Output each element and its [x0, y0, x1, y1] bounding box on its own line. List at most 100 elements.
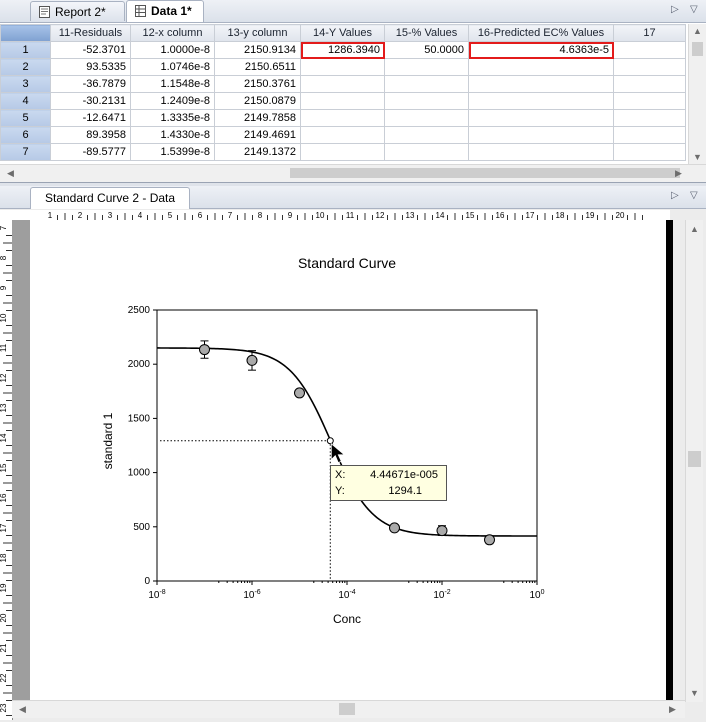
worksheet-vertical-scrollbar[interactable]: ▲ ▼: [688, 24, 706, 164]
table-cell[interactable]: 1.5399e-8: [130, 143, 215, 161]
table-cell[interactable]: 2150.9134: [214, 41, 301, 59]
scroll-down-icon[interactable]: ▼: [689, 152, 706, 162]
table-cell[interactable]: [384, 109, 469, 127]
table-row[interactable]: 1 -52.3701 1.0000e-8 2150.9134 1286.3940 50.0…: [0, 41, 686, 59]
table-row[interactable]: 6 89.3958 1.4330e-8 2149.4691: [0, 126, 686, 144]
graph-tab-scroll-down-icon[interactable]: ▽: [690, 190, 698, 201]
table-cell[interactable]: [300, 58, 385, 76]
table-cell[interactable]: [468, 75, 614, 93]
table-cell[interactable]: -89.5777: [50, 143, 131, 161]
vertical-scroll-thumb[interactable]: [692, 42, 703, 56]
table-cell[interactable]: 1.4330e-8: [130, 126, 215, 144]
tab-scroll-right-icon[interactable]: ▷: [671, 4, 679, 15]
table-cell[interactable]: [300, 109, 385, 127]
graph-tab-scroll-right-icon[interactable]: ▷: [671, 190, 679, 201]
table-cell[interactable]: [384, 92, 469, 110]
column-header[interactable]: 15-% Values: [384, 24, 469, 42]
table-cell[interactable]: 1.2409e-8: [130, 92, 215, 110]
scroll-right-icon[interactable]: ▶: [670, 168, 687, 179]
table-cell[interactable]: 1.0746e-8: [130, 58, 215, 76]
table-cell[interactable]: -30.2131: [50, 92, 131, 110]
table-cell[interactable]: -36.7879: [50, 75, 131, 93]
table-cell[interactable]: [613, 109, 686, 127]
row-header[interactable]: 5: [0, 109, 51, 127]
ruler-h-label: 4: [138, 211, 143, 220]
table-cell[interactable]: 2149.1372: [214, 143, 301, 161]
select-all-corner[interactable]: [0, 24, 51, 42]
table-cell[interactable]: 2150.6511: [214, 58, 301, 76]
table-cell[interactable]: [613, 58, 686, 76]
table-cell[interactable]: 2150.3761: [214, 75, 301, 93]
table-cell[interactable]: [613, 75, 686, 93]
table-cell[interactable]: 89.3958: [50, 126, 131, 144]
tab-data-1[interactable]: Data 1*: [126, 0, 204, 22]
x-tick-exponent: -2: [444, 589, 450, 596]
table-cell[interactable]: [384, 143, 469, 161]
table-cell[interactable]: [468, 58, 614, 76]
table-cell[interactable]: [300, 75, 385, 93]
table-cell[interactable]: [613, 41, 686, 59]
column-header[interactable]: 13-y column: [214, 24, 301, 42]
table-cell[interactable]: [613, 126, 686, 144]
tab-standard-curve-2[interactable]: Standard Curve 2 - Data 1*: [30, 187, 190, 225]
table-cell[interactable]: [384, 126, 469, 144]
table-cell[interactable]: 1.0000e-8: [130, 41, 215, 59]
table-row[interactable]: 2 93.5335 1.0746e-8 2150.6511: [0, 58, 686, 76]
table-cell[interactable]: 2149.4691: [214, 126, 301, 144]
table-row[interactable]: 4 -30.2131 1.2409e-8 2150.0879: [0, 92, 686, 110]
scroll-left-icon[interactable]: ◀: [2, 168, 19, 179]
graph-horizontal-scrollbar[interactable]: ◀ ▶: [12, 700, 685, 718]
graph-scroll-left-icon[interactable]: ◀: [14, 704, 31, 715]
table-cell[interactable]: 1.3335e-8: [130, 109, 215, 127]
table-cell[interactable]: [468, 126, 614, 144]
table-cell[interactable]: 1.1548e-8: [130, 75, 215, 93]
table-cell[interactable]: 2150.0879: [214, 92, 301, 110]
graph-horizontal-thumb[interactable]: [339, 703, 355, 715]
row-header[interactable]: 1: [0, 41, 51, 59]
table-row[interactable]: 7 -89.5777 1.5399e-8 2149.1372: [0, 143, 686, 161]
column-header[interactable]: 11-Residuals: [50, 24, 131, 42]
table-cell[interactable]: [300, 126, 385, 144]
horizontal-scroll-thumb[interactable]: [290, 168, 680, 178]
row-header[interactable]: 6: [0, 126, 51, 144]
table-cell[interactable]: 1286.3940: [300, 41, 385, 59]
tab-scroll-down-icon[interactable]: ▽: [690, 4, 698, 15]
table-cell[interactable]: [300, 92, 385, 110]
graph-vertical-scrollbar[interactable]: ▲ ▼: [685, 220, 703, 702]
row-header[interactable]: 3: [0, 75, 51, 93]
plot-area[interactable]: 0500100015002000250010-8 10-6 10-4 10-2 100: [128, 305, 545, 601]
graph-scroll-down-icon[interactable]: ▼: [686, 688, 703, 698]
table-cell[interactable]: -12.6471: [50, 109, 131, 127]
table-cell[interactable]: -52.3701: [50, 41, 131, 59]
table-cell[interactable]: 4.6363e-5: [468, 41, 614, 59]
table-row[interactable]: 5 -12.6471 1.3335e-8 2149.7858: [0, 109, 686, 127]
table-cell[interactable]: [468, 92, 614, 110]
row-header[interactable]: 4: [0, 92, 51, 110]
column-header[interactable]: 12-x column: [130, 24, 215, 42]
column-header[interactable]: 14-Y Values: [300, 24, 385, 42]
graph-scroll-right-icon[interactable]: ▶: [664, 704, 681, 715]
row-header[interactable]: 7: [0, 143, 51, 161]
column-header[interactable]: 16-Predicted EC% Values: [468, 24, 614, 42]
table-cell[interactable]: [613, 92, 686, 110]
graph-scroll-up-icon[interactable]: ▲: [686, 224, 703, 234]
ruler-v-label: 14: [0, 433, 8, 442]
table-cell[interactable]: [613, 143, 686, 161]
table-cell[interactable]: [468, 109, 614, 127]
table-cell[interactable]: 50.0000: [384, 41, 469, 59]
table-cell[interactable]: [300, 143, 385, 161]
table-cell[interactable]: 93.5335: [50, 58, 131, 76]
table-cell[interactable]: [384, 58, 469, 76]
tab-report-2[interactable]: Report 2*: [30, 1, 125, 21]
table-cell[interactable]: 2149.7858: [214, 109, 301, 127]
table-cell[interactable]: [468, 143, 614, 161]
scroll-up-icon[interactable]: ▲: [689, 26, 706, 36]
table-row[interactable]: 3 -36.7879 1.1548e-8 2150.3761: [0, 75, 686, 93]
standard-curve-chart[interactable]: Standard Curve 0500100015002000250010-8 1…: [30, 220, 666, 700]
worksheet-horizontal-scrollbar[interactable]: ◀ ▶: [0, 164, 706, 182]
column-header[interactable]: 17: [613, 24, 686, 42]
graph-vertical-thumb[interactable]: [688, 451, 701, 467]
row-header[interactable]: 2: [0, 58, 51, 76]
table-cell[interactable]: [384, 75, 469, 93]
data-grid[interactable]: 11-Residuals 12-x column 13-y column 14-…: [0, 24, 686, 161]
